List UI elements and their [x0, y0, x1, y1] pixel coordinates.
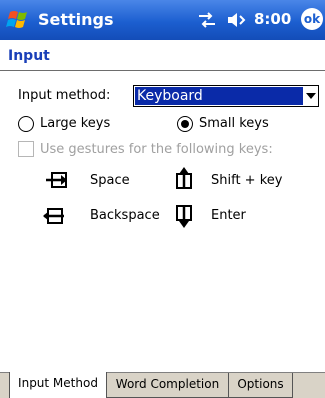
- windows-start-icon[interactable]: [4, 6, 34, 34]
- title-bar: Settings 8:00 ok: [0, 0, 325, 40]
- input-method-select[interactable]: Keyboard: [133, 85, 319, 107]
- heading-divider: [0, 70, 325, 71]
- small-keys-radio[interactable]: [177, 116, 193, 132]
- enter-gesture-icon: [176, 205, 192, 228]
- tab-bar: Input Method Word Completion Options: [0, 372, 325, 398]
- shift-gesture-icon: [176, 167, 192, 189]
- large-keys-label[interactable]: Large keys: [40, 116, 110, 131]
- tab-options[interactable]: Options: [229, 373, 293, 398]
- connectivity-icon[interactable]: [196, 10, 218, 30]
- backspace-gesture-icon: [43, 208, 64, 224]
- gesture-space-label: Space: [90, 173, 130, 188]
- page-title: Input: [8, 48, 50, 64]
- large-keys-radio[interactable]: [18, 116, 34, 132]
- clock[interactable]: 8:00: [254, 10, 291, 28]
- chevron-down-icon[interactable]: [306, 93, 316, 99]
- space-gesture-icon: [46, 172, 67, 188]
- gesture-shift-label: Shift + key: [211, 173, 283, 188]
- tab-input-method[interactable]: Input Method: [9, 372, 107, 398]
- input-method-label: Input method:: [18, 88, 111, 103]
- window-title: Settings: [38, 10, 114, 29]
- use-gestures-checkbox[interactable]: [18, 141, 34, 157]
- radio-selected-dot: [181, 120, 189, 128]
- volume-icon[interactable]: [226, 11, 248, 29]
- use-gestures-label: Use gestures for the following keys:: [40, 142, 273, 157]
- input-method-value: Keyboard: [135, 87, 303, 105]
- gesture-enter-label: Enter: [211, 208, 246, 223]
- tab-word-completion[interactable]: Word Completion: [107, 373, 229, 398]
- gesture-backspace-label: Backspace: [90, 208, 160, 223]
- ok-button[interactable]: ok: [301, 8, 323, 30]
- small-keys-label[interactable]: Small keys: [199, 116, 269, 131]
